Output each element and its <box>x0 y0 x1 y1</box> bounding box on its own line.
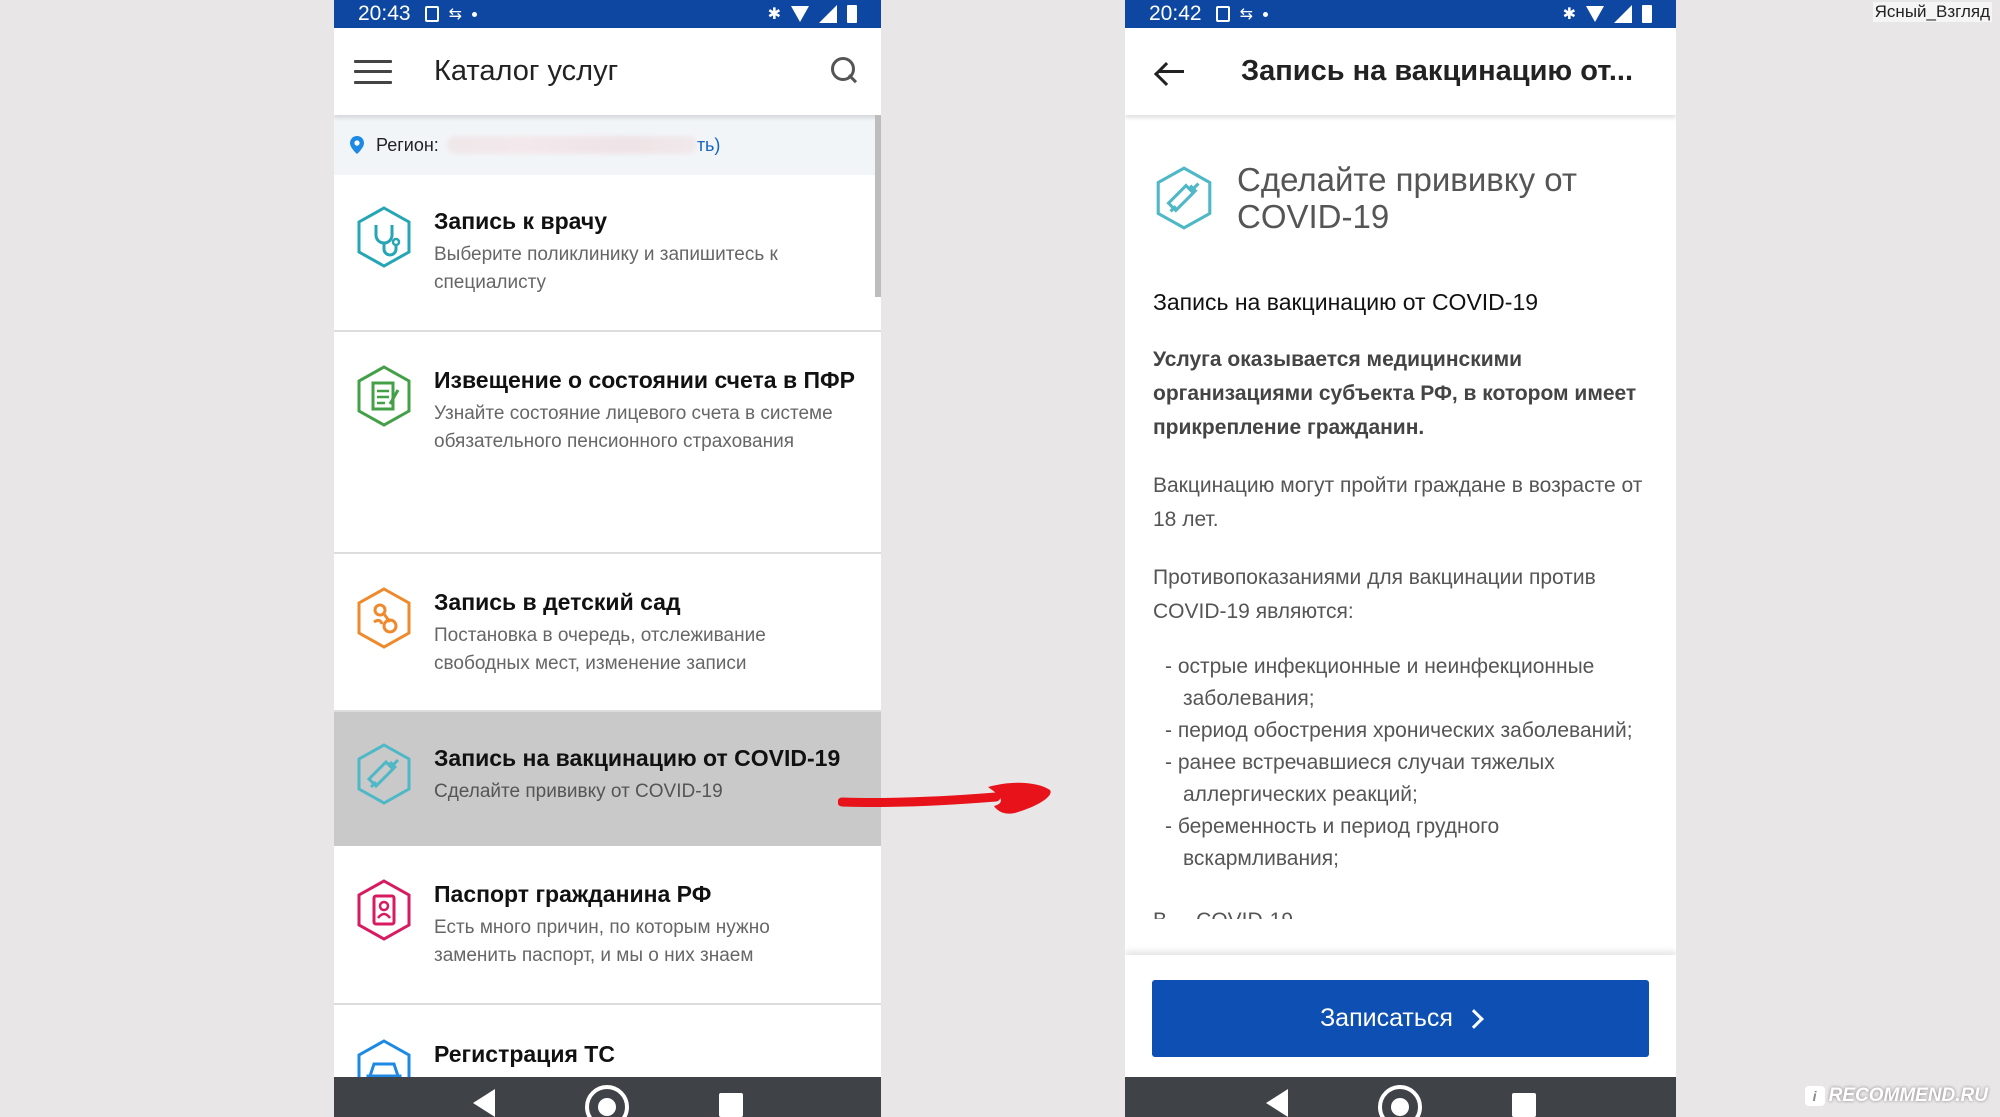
search-icon[interactable] <box>831 56 861 87</box>
wifi-icon <box>1586 6 1604 22</box>
region-label: Регион: <box>376 134 439 155</box>
nav-home-icon[interactable] <box>1377 1085 1422 1117</box>
service-provider-note: Услуга оказывается медицинскими организа… <box>1153 348 1637 439</box>
nav-back-icon[interactable] <box>1265 1089 1288 1117</box>
section-title: Запись на вакцинацию от COVID-19 <box>1153 289 1539 315</box>
action-panel: Записаться <box>1125 955 1676 1077</box>
pacifier-icon <box>357 587 411 649</box>
sync-icon: ⇆ <box>448 6 462 23</box>
sync-icon: ⇆ <box>1239 6 1253 23</box>
bluetooth-icon: ✱ <box>1562 6 1576 23</box>
author-watermark: Ясный_Взгляд <box>1872 2 1992 22</box>
bluetooth-icon: ✱ <box>767 6 781 23</box>
region-value-blurred <box>446 136 697 154</box>
item-description: Выберите поликлинику и запишитесь к спец… <box>434 244 778 293</box>
truncated-text: В ... COVID-19 <box>1153 905 1648 919</box>
status-time: 20:42 <box>1149 2 1202 25</box>
list-item: острые инфекционные и неинфекционные заб… <box>1153 651 1648 715</box>
passport-icon <box>357 879 411 941</box>
item-title: Запись к врачу <box>434 208 608 234</box>
site-watermark: i RECOMMEND.RU <box>1804 1085 1988 1107</box>
nav-back-icon[interactable] <box>472 1089 495 1117</box>
nav-home-icon[interactable] <box>584 1085 629 1117</box>
item-title: Запись в детский сад <box>434 589 681 615</box>
item-description: Есть много причин, по которым нужно заме… <box>434 917 770 966</box>
list-item-kindergarten[interactable]: Запись в детский сад Постановка в очеред… <box>334 554 881 712</box>
item-title: Паспорт гражданина РФ <box>434 881 712 907</box>
item-title: Запись на вакцинацию от COVID-19 <box>434 745 841 771</box>
list-item: период обострения хронических заболевани… <box>1153 715 1648 747</box>
service-details: Сделайте прививку от COVID-19 Запись на … <box>1125 115 1676 919</box>
list-item-covid-vaccination[interactable]: Запись на вакцинацию от COVID-19 Сделайт… <box>334 712 881 846</box>
signal-icon <box>1614 5 1632 23</box>
battery-icon <box>1642 5 1652 23</box>
nav-recent-apps-icon[interactable] <box>1511 1093 1536 1117</box>
document-icon <box>357 365 411 427</box>
contraindications-intro: Противопоказаниями для вакцинации против… <box>1153 566 1596 623</box>
chevron-right-icon <box>1464 1008 1484 1029</box>
item-title: Извещение о состоянии счета в ПФР <box>434 367 855 393</box>
sign-up-button[interactable]: Записаться <box>1152 980 1649 1057</box>
age-requirement: Вакцинацию могут пройти граждане в возра… <box>1153 474 1643 531</box>
stethoscope-icon <box>357 206 411 268</box>
list-item: беременность и период грудного вскармлив… <box>1153 811 1648 875</box>
battery-icon <box>847 5 857 23</box>
nav-recent-apps-icon[interactable] <box>718 1093 743 1117</box>
page-title: Каталог услуг <box>434 55 619 87</box>
site-watermark-text: RECOMMEND.RU <box>1828 1085 1988 1106</box>
left-phone-screen: 20:43 ⇆ ✱ Каталог услуг Регион: ть) Запи… <box>334 0 881 1117</box>
contraindications-list: острые инфекционные и неинфекционные заб… <box>1153 651 1648 875</box>
notification-icon <box>424 6 439 22</box>
region-selector[interactable]: Регион: ть) <box>334 115 881 175</box>
list-item-pfr[interactable]: Извещение о состоянии счета в ПФР Узнайт… <box>334 332 881 554</box>
scrollbar[interactable] <box>875 115 881 297</box>
hero-title: Сделайте прививку от COVID-19 <box>1237 161 1578 235</box>
system-nav-bar <box>334 1077 881 1117</box>
syringe-icon <box>357 743 411 805</box>
page-title: Запись на вакцинацию от... <box>1241 55 1634 87</box>
wifi-icon <box>791 6 809 22</box>
status-time: 20:43 <box>358 2 411 25</box>
system-nav-bar <box>1125 1077 1676 1117</box>
status-bar: 20:42 ⇆ ✱ <box>1125 0 1676 28</box>
syringe-icon <box>1156 166 1212 230</box>
sign-up-button-label: Записаться <box>1320 1004 1453 1032</box>
dot-icon <box>1262 11 1268 17</box>
list-item-passport[interactable]: Паспорт гражданина РФ Есть много причин,… <box>334 846 881 1005</box>
item-description: Узнайте состояние лицевого счета в систе… <box>434 403 833 452</box>
notification-icon <box>1215 6 1230 22</box>
item-title: Регистрация ТС <box>434 1041 615 1067</box>
back-arrow-icon[interactable] <box>1155 60 1185 84</box>
signal-icon <box>819 5 837 23</box>
service-list: Запись к врачу Выберите поликлинику и за… <box>334 175 881 1117</box>
service-hero: Сделайте прививку от COVID-19 <box>1153 161 1648 235</box>
dot-icon <box>471 11 477 17</box>
recommend-logo-icon: i <box>1804 1086 1825 1106</box>
region-change-link[interactable]: ть) <box>697 135 721 156</box>
location-pin-icon <box>350 136 364 154</box>
menu-icon[interactable] <box>354 59 392 84</box>
status-bar: 20:43 ⇆ ✱ <box>334 0 881 28</box>
item-description: Постановка в очередь, отслеживание свобо… <box>434 625 766 674</box>
app-bar: Запись на вакцинацию от... <box>1125 28 1676 115</box>
list-item: ранее встречавшиеся случаи тяжелых аллер… <box>1153 747 1648 811</box>
red-arrow-annotation <box>838 782 1051 814</box>
item-description: Сделайте прививку от COVID-19 <box>434 781 723 802</box>
right-phone-screen: 20:42 ⇆ ✱ Запись на вакцинацию от... Сде… <box>1125 0 1676 1117</box>
list-item-doctor[interactable]: Запись к врачу Выберите поликлинику и за… <box>334 175 881 332</box>
app-bar: Каталог услуг <box>334 28 881 115</box>
